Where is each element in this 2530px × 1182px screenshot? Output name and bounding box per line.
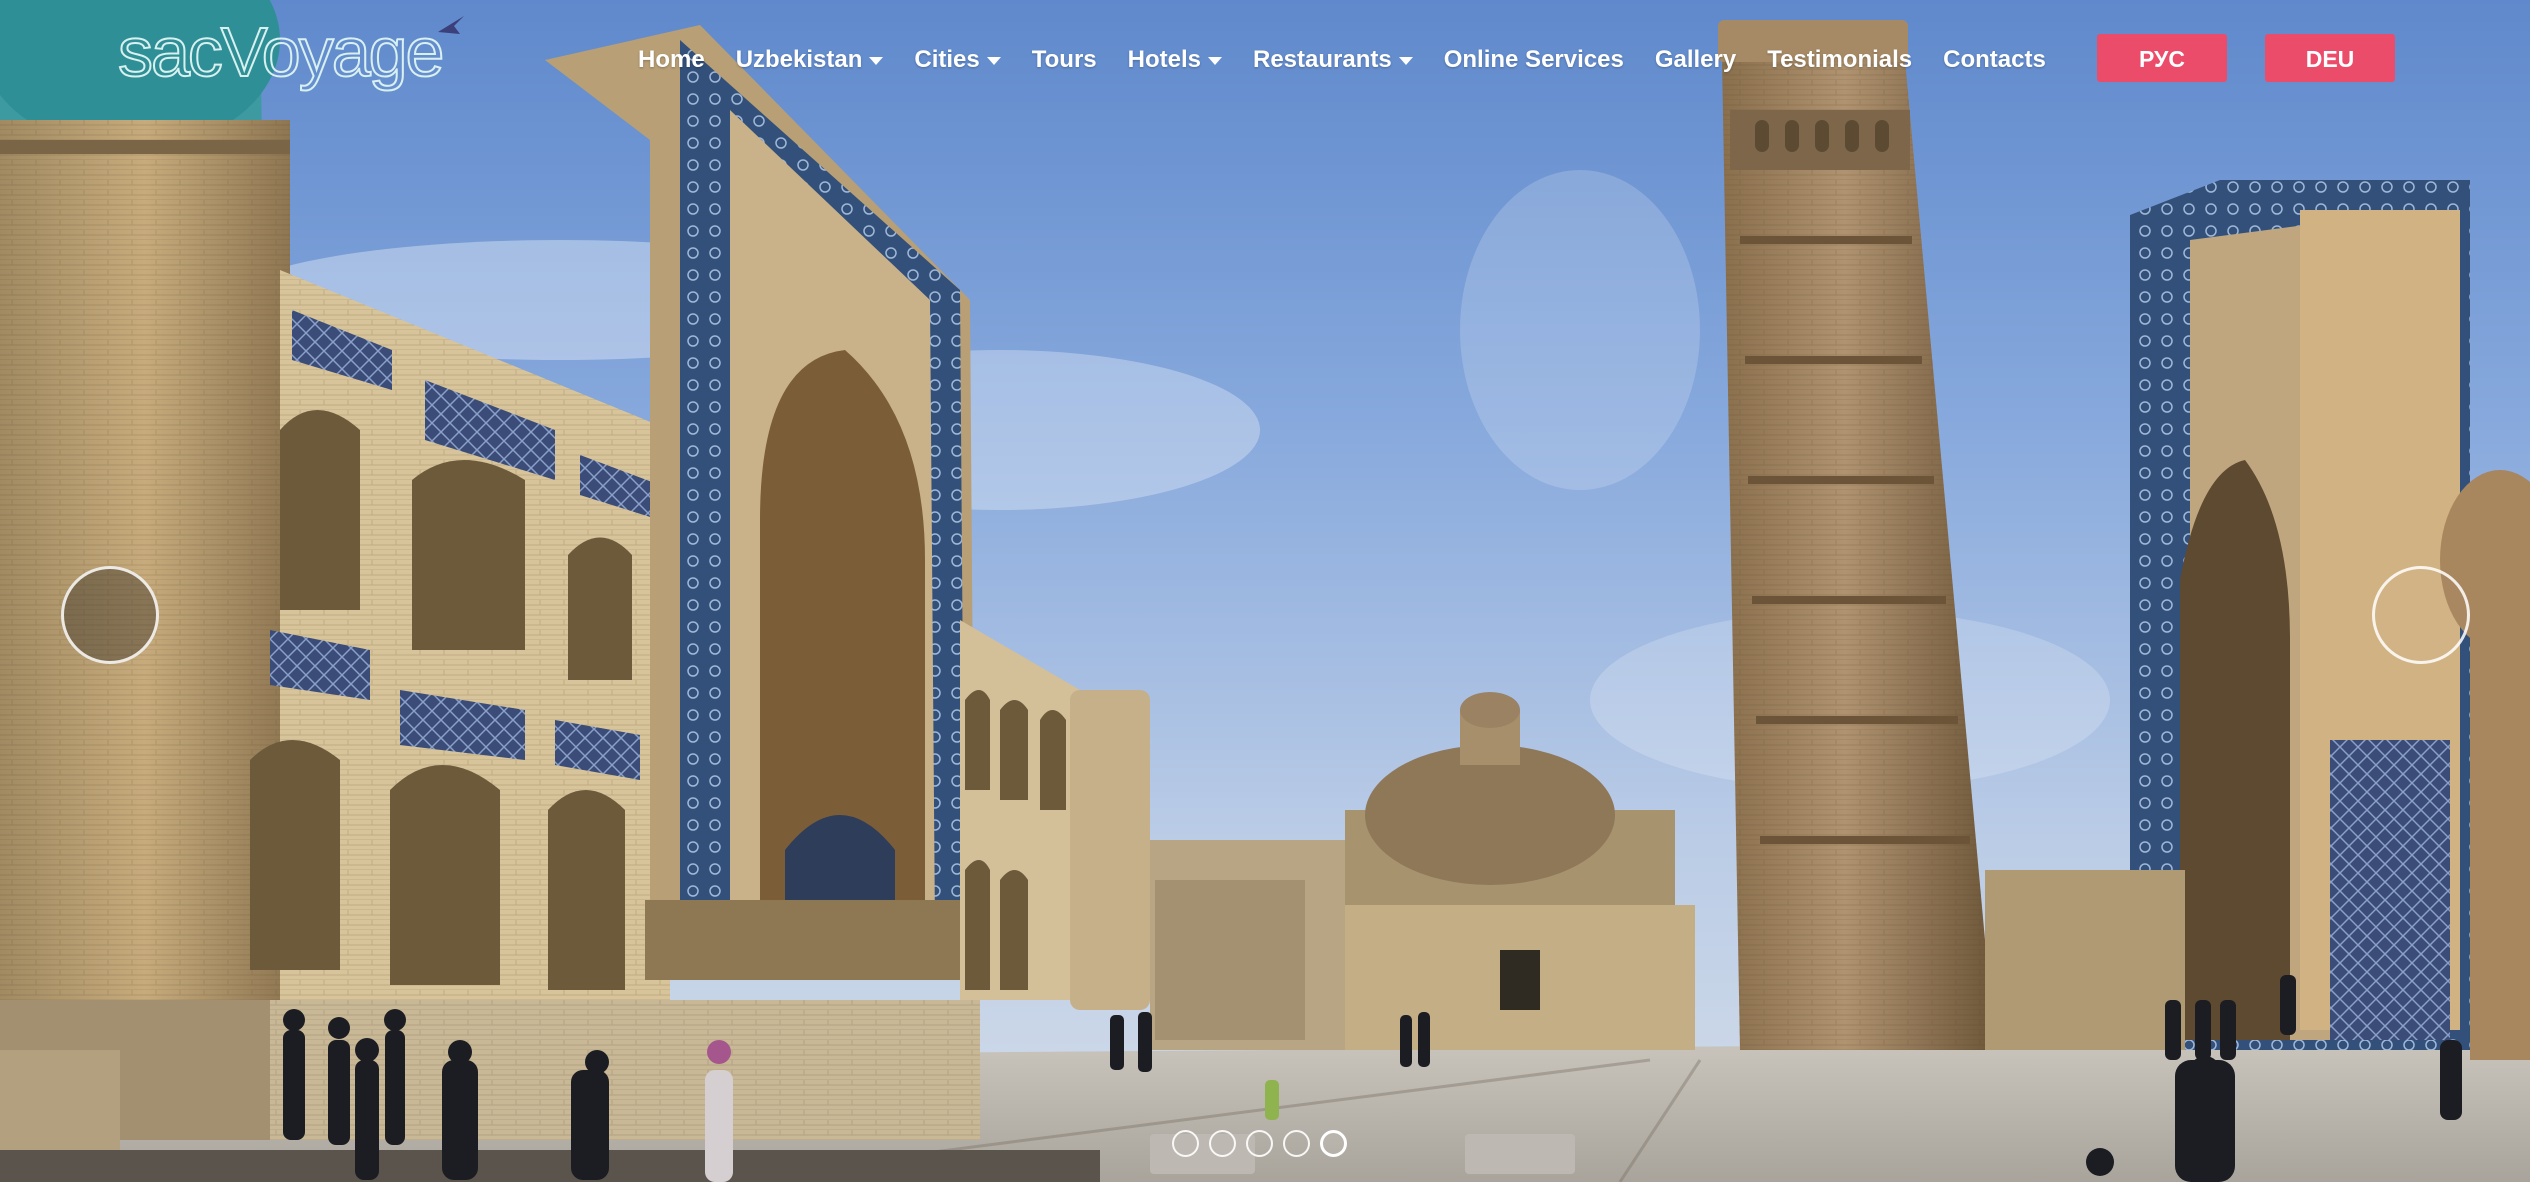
language-german-button[interactable]: DEU xyxy=(2265,34,2395,82)
nav-label: Tours xyxy=(1031,46,1097,73)
nav-label: Contacts xyxy=(1943,46,2046,73)
slider-dot-2[interactable] xyxy=(1209,1130,1236,1157)
site-logo[interactable]: sacVoyage xyxy=(117,12,498,92)
nav-item-home[interactable]: Home xyxy=(638,46,705,74)
slider-pagination xyxy=(1172,1130,1347,1157)
nav-label: Testimonials xyxy=(1767,46,1913,73)
nav-label: Home xyxy=(638,46,705,73)
nav-item-restaurants[interactable]: Restaurants xyxy=(1253,46,1413,74)
airplane-icon xyxy=(438,16,464,34)
slider-prev-button[interactable] xyxy=(61,566,159,664)
main-menu: Home Uzbekistan Cities Tours Hotels Rest… xyxy=(638,38,2077,82)
caret-down-icon xyxy=(869,57,884,65)
nav-label: Restaurants xyxy=(1253,46,1392,73)
nav-item-contacts[interactable]: Contacts xyxy=(1943,46,2046,74)
hero-image-bukhara xyxy=(0,0,2530,1182)
hero-slider: sacVoyage Home Uzbekistan Cities Tours H… xyxy=(0,0,2530,1182)
nav-item-cities[interactable]: Cities xyxy=(914,46,1001,74)
nav-label: Online Services xyxy=(1443,46,1624,73)
top-navigation: sacVoyage Home Uzbekistan Cities Tours H… xyxy=(0,0,2530,118)
nav-item-hotels[interactable]: Hotels xyxy=(1128,46,1222,74)
caret-down-icon xyxy=(1398,57,1413,65)
slider-dot-4[interactable] xyxy=(1283,1130,1310,1157)
nav-item-gallery[interactable]: Gallery xyxy=(1655,46,1736,74)
nav-item-uzbekistan[interactable]: Uzbekistan xyxy=(736,46,884,74)
slider-next-button[interactable] xyxy=(2372,566,2470,664)
caret-down-icon xyxy=(1208,57,1222,65)
nav-item-tours[interactable]: Tours xyxy=(1032,46,1097,74)
slider-dot-5[interactable] xyxy=(1320,1130,1347,1157)
nav-label: Gallery xyxy=(1654,46,1737,73)
nav-label: Uzbekistan xyxy=(735,46,863,73)
language-russian-button[interactable]: РУС xyxy=(2097,34,2227,82)
logo-text: sacVoyage xyxy=(117,12,445,92)
nav-label: Hotels xyxy=(1127,46,1201,73)
caret-down-icon xyxy=(986,57,1001,65)
slider-dot-1[interactable] xyxy=(1172,1130,1199,1157)
nav-item-testimonials[interactable]: Testimonials xyxy=(1767,46,1912,74)
nav-label: Cities xyxy=(914,46,980,73)
slider-dot-3[interactable] xyxy=(1246,1130,1273,1157)
nav-item-online-services[interactable]: Online Services xyxy=(1444,46,1624,74)
